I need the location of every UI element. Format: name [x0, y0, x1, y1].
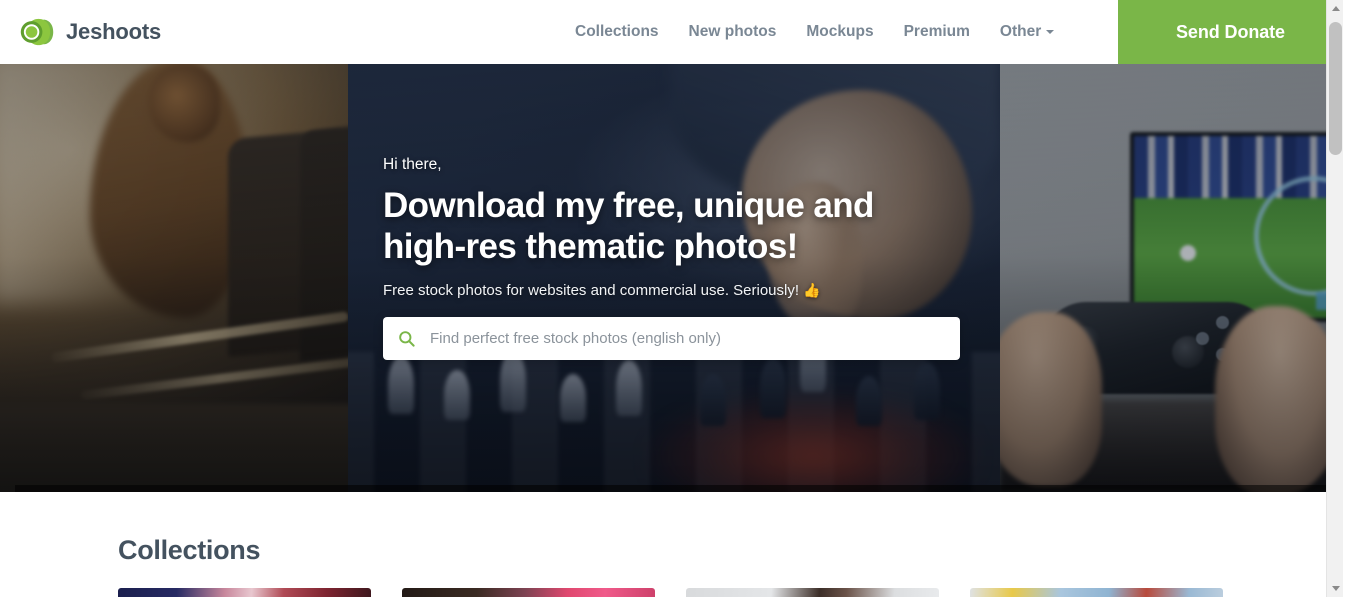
scroll-thumb[interactable] [1329, 22, 1342, 155]
send-donate-button[interactable]: Send Donate [1118, 0, 1343, 64]
search-input[interactable] [430, 329, 946, 347]
nav-link-premium[interactable]: Premium [889, 0, 985, 64]
hero-image-gamepad [1000, 64, 1343, 492]
brand-logo-link[interactable]: Jeshoots [20, 17, 161, 47]
collections-section: Collections [0, 492, 1343, 597]
nav-link-other[interactable]: Other [985, 0, 1069, 64]
collections-card-grid [118, 588, 1228, 597]
brand-name: Jeshoots [66, 19, 161, 44]
collection-card-4[interactable] [970, 588, 1223, 597]
nav-link-other-label: Other [999, 23, 1042, 40]
scroll-up-arrow-icon[interactable] [1327, 0, 1343, 17]
hero-image-airport [0, 64, 348, 492]
author-info-bar: The author of all the photos is Jan Vaše… [15, 485, 1328, 492]
camera-aperture-icon [20, 18, 54, 46]
chevron-down-icon [1046, 30, 1055, 34]
top-navigation-bar: Jeshoots Collections New photos Mockups … [0, 0, 1343, 64]
vertical-scrollbar[interactable] [1326, 0, 1343, 597]
nav-link-mockups[interactable]: Mockups [791, 0, 888, 64]
scroll-down-arrow-icon[interactable] [1327, 580, 1343, 597]
hero-section: Hi there, Download my free, unique and h… [0, 64, 1343, 492]
collection-card-2[interactable] [402, 588, 655, 597]
collection-card-1[interactable] [118, 588, 371, 597]
hero-title-line-2: high-res thematic photos! [383, 226, 798, 266]
nav-link-collections[interactable]: Collections [560, 0, 674, 64]
hero-content: Hi there, Download my free, unique and h… [383, 156, 983, 360]
page-title: Collections [118, 535, 261, 565]
nav-links: Collections New photos Mockups Premium O… [560, 0, 1069, 64]
search-box[interactable] [383, 316, 960, 360]
hero-subtitle-text: Free stock photos for websites and comme… [383, 281, 800, 299]
search-icon [399, 331, 415, 347]
thumbs-up-icon: 👍 [803, 281, 821, 298]
nav-link-new-photos[interactable]: New photos [674, 0, 792, 64]
hero-title-line-1: Download my free, unique and [383, 186, 874, 225]
page-viewport: Hi there, Download my free, unique and h… [0, 0, 1343, 597]
hero-greeting: Hi there, [383, 156, 442, 173]
collection-card-3[interactable] [686, 588, 939, 597]
hero-subtitle: Free stock photos for websites and comme… [383, 282, 983, 299]
hero-title: Download my free, unique and high-res th… [383, 186, 983, 268]
